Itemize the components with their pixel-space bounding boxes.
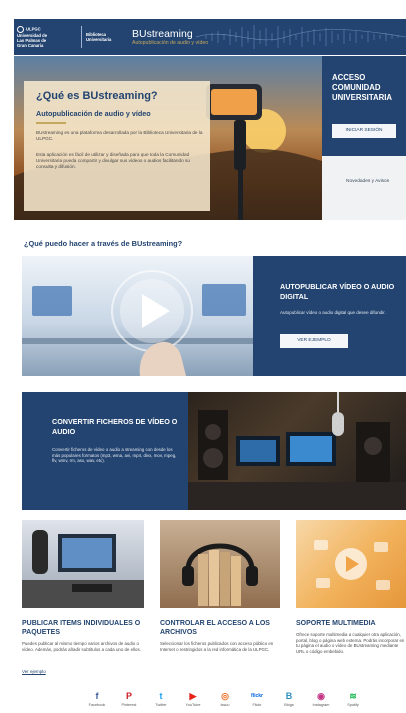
library-line: Universitaria bbox=[86, 37, 112, 42]
social-label: Flickr bbox=[252, 703, 262, 707]
publish-description: Autopublicar vídeo o audio digital que d… bbox=[280, 310, 386, 315]
social-label: Issuu bbox=[220, 703, 230, 707]
column-title: PUBLICAR ITEMS INDIVIDUALES O PAQUETES bbox=[22, 620, 141, 636]
pinterest-icon: P bbox=[125, 691, 132, 701]
social-link-pinterest[interactable]: P Pinterest bbox=[116, 690, 142, 707]
social-link-spotify[interactable]: ≋ Spotify bbox=[340, 690, 366, 708]
library-logo[interactable]: Biblioteca Universitaria bbox=[86, 32, 126, 42]
publish-title: AUTOPUBLICAR VÍDEO O AUDIO DIGITAL bbox=[280, 282, 395, 301]
hero-image: ¿Qué es BUstreaming? Autopublicación de … bbox=[14, 56, 322, 220]
access-title: ACCESO COMUNIDAD UNIVERSITARIA bbox=[332, 73, 393, 102]
page: ULPGC Universidad de Las Palmas de Gran … bbox=[0, 0, 406, 713]
social-link-twitter[interactable]: t Twitter bbox=[148, 690, 174, 707]
column-description: Puedes publicar al mismo tiempo varios a… bbox=[22, 641, 141, 652]
hero-paragraph: Esta aplicación es fácil de utilizar y d… bbox=[36, 152, 190, 169]
ulpgc-logo[interactable]: ULPGC Universidad de Las Palmas de Gran … bbox=[17, 26, 77, 48]
column-title: SOPORTE MULTIMEDIA bbox=[296, 620, 376, 627]
social-link-issuu[interactable]: ◎ Issuu bbox=[212, 690, 238, 708]
instagram-icon: ◉ bbox=[317, 690, 325, 701]
books-headphones-photo bbox=[182, 543, 258, 606]
social-link-flickr[interactable]: flickr Flickr bbox=[244, 690, 270, 707]
column-description: Ofrece soporte multimedia a cualquier ot… bbox=[296, 632, 405, 655]
news-box: Novedades y Avisos bbox=[322, 156, 406, 220]
hero-divider bbox=[36, 122, 66, 124]
social-link-youtube[interactable]: ▶ YouTube bbox=[180, 690, 206, 708]
convert-panel: CONVERTIR FICHEROS DE VÍDEO O AUDIO Conv… bbox=[22, 392, 188, 510]
hero-section: ¿Qué es BUstreaming? Autopublicación de … bbox=[14, 56, 406, 220]
social-label: Facebook bbox=[88, 703, 106, 707]
login-button[interactable]: INICIAR SESIÓN bbox=[332, 124, 396, 138]
social-label: Pinterest bbox=[121, 703, 137, 707]
publish-panel: AUTOPUBLICAR VÍDEO O AUDIO DIGITAL Autop… bbox=[253, 256, 406, 376]
header-divider bbox=[81, 26, 82, 48]
editing-desk-photo bbox=[22, 530, 144, 608]
brand[interactable]: BUstreaming Autopublicación de audio y v… bbox=[132, 28, 208, 46]
brand-tagline: Autopublicación de audio y vídeo bbox=[132, 40, 209, 46]
flickr-icon: flickr bbox=[251, 693, 263, 699]
issuu-icon: ◎ bbox=[221, 690, 229, 701]
play-hand-illustration bbox=[22, 270, 253, 376]
section-heading: ¿Qué puedo hacer a través de BUstreaming… bbox=[24, 239, 183, 248]
twitter-icon: t bbox=[159, 691, 163, 701]
access-top: ACCESO COMUNIDAD UNIVERSITARIA INICIAR S… bbox=[322, 56, 406, 156]
column-image bbox=[160, 520, 280, 608]
recording-studio-photo bbox=[188, 392, 406, 510]
column-title: CONTROLAR EL ACCESO A LOS ARCHIVOS bbox=[160, 620, 270, 636]
see-example-button[interactable]: VER EJEMPLO bbox=[280, 334, 348, 348]
convert-description: Convertir ficheros de vídeo o audio a st… bbox=[52, 447, 177, 464]
ulpgc-line: Gran Canaria bbox=[17, 43, 44, 48]
feature-publish: AUTOPUBLICAR VÍDEO O AUDIO DIGITAL Autop… bbox=[22, 256, 406, 376]
social-link-blogs[interactable]: B Blogs bbox=[276, 690, 302, 707]
studio-image bbox=[188, 392, 406, 510]
social-label: Spotify bbox=[347, 703, 359, 707]
multimedia-icons-photo bbox=[314, 540, 390, 590]
see-example-link[interactable]: Ver ejemplo bbox=[22, 669, 46, 674]
column-image bbox=[22, 520, 144, 608]
soundwave-graphic bbox=[196, 25, 406, 49]
news-link[interactable]: Novedades y Avisos bbox=[346, 179, 389, 184]
site-header: ULPGC Universidad de Las Palmas de Gran … bbox=[14, 19, 406, 55]
social-label: Twitter bbox=[155, 703, 167, 707]
social-link-facebook[interactable]: f Facebook bbox=[84, 690, 110, 707]
hero-subtitle: Autopublicación de audio y vídeo bbox=[36, 109, 151, 118]
ulpgc-emblem-icon bbox=[17, 26, 24, 33]
facebook-icon: f bbox=[95, 691, 99, 701]
blogs-icon: B bbox=[285, 691, 293, 701]
social-label: Blogs bbox=[284, 703, 294, 707]
social-links: f Facebook P Pinterest t Twitter ▶ YouTube ◎ Issu… bbox=[84, 690, 366, 708]
feature-convert: CONVERTIR FICHEROS DE VÍDEO O AUDIO Conv… bbox=[22, 392, 406, 510]
social-link-instagram[interactable]: ◉ Instagram bbox=[308, 690, 334, 708]
access-panel: ACCESO COMUNIDAD UNIVERSITARIA INICIAR S… bbox=[322, 56, 406, 220]
hero-paragraph: BUstreaming es una plataforma desarrolla… bbox=[36, 130, 203, 141]
convert-title: CONVERTIR FICHEROS DE VÍDEO O AUDIO bbox=[52, 417, 178, 436]
social-label: YouTube bbox=[185, 703, 201, 707]
publish-image bbox=[22, 256, 253, 376]
hero-title: ¿Qué es BUstreaming? bbox=[36, 90, 158, 102]
brand-name: BUstreaming bbox=[132, 28, 193, 40]
column-image bbox=[296, 520, 406, 608]
ulpgc-acronym: ULPGC bbox=[26, 26, 41, 32]
spotify-icon: ≋ bbox=[349, 690, 357, 701]
column-description: Seleccionar los ficheros publicados con … bbox=[160, 641, 274, 652]
social-label: Instagram bbox=[312, 703, 330, 707]
youtube-icon: ▶ bbox=[189, 690, 197, 701]
logos[interactable]: ULPGC Universidad de Las Palmas de Gran … bbox=[17, 26, 126, 48]
